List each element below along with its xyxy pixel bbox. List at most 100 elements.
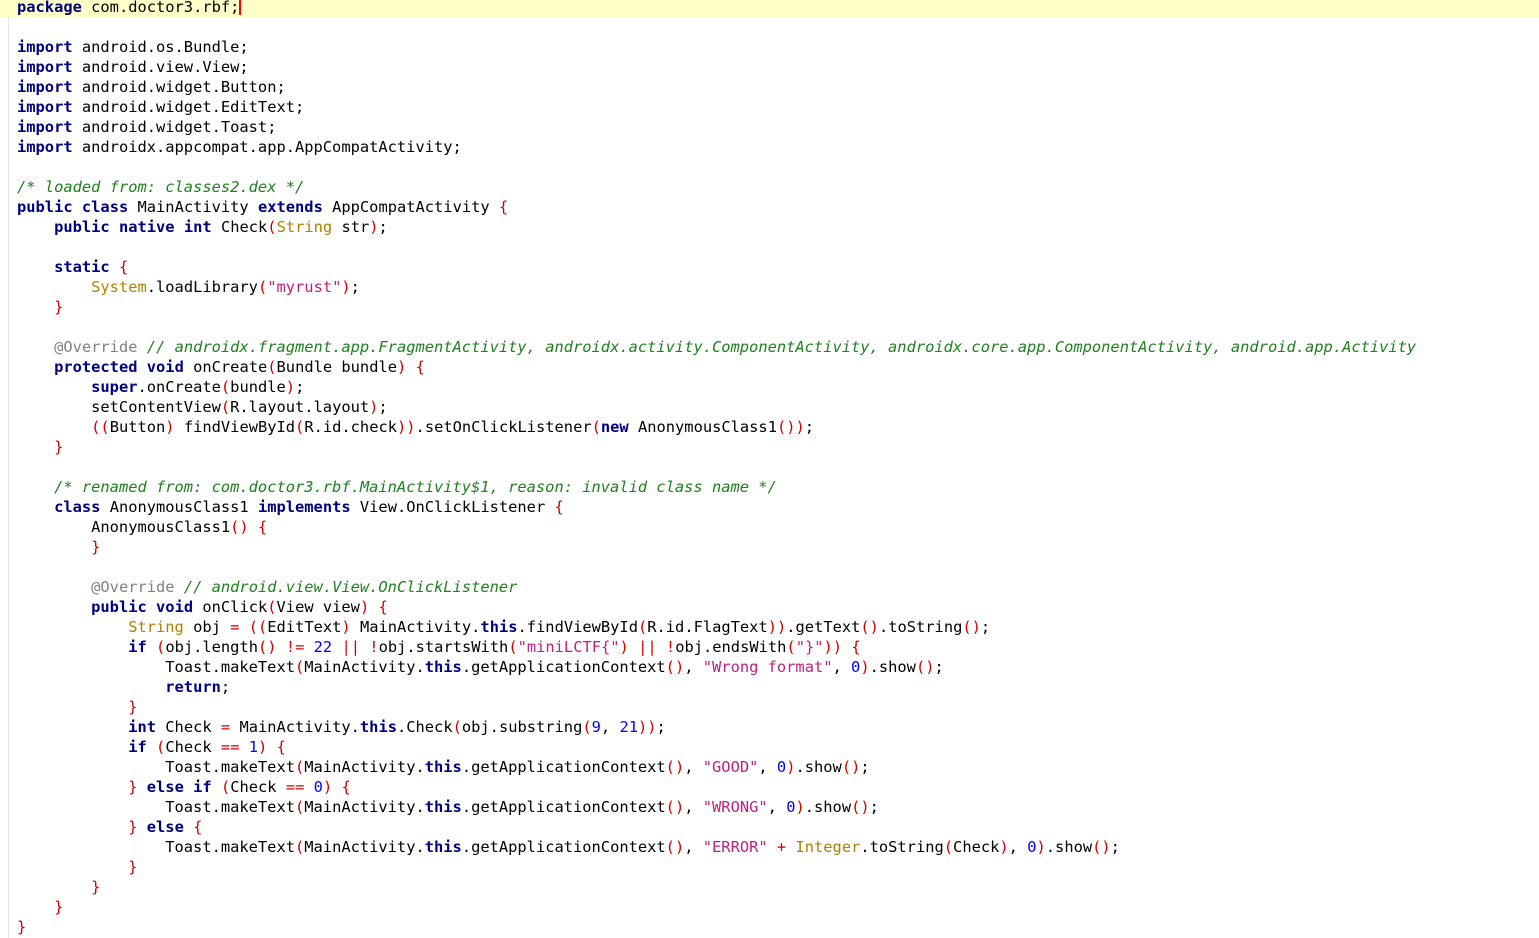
code-line-text: import android.widget.Button; xyxy=(17,77,286,97)
code-line[interactable]: if (obj.length() != 22 || !obj.startsWit… xyxy=(0,637,1539,657)
code-token: 1 xyxy=(248,738,259,756)
code-token: public xyxy=(17,198,73,216)
code-line[interactable]: AnonymousClass1() { xyxy=(0,517,1539,537)
code-token: ( xyxy=(220,398,231,416)
code-token: () xyxy=(841,758,861,776)
code-token: { xyxy=(257,518,268,536)
code-token: "miniLCTF{" xyxy=(517,638,620,656)
code-line-text: @Override // android.view.View.OnClickLi… xyxy=(17,577,517,597)
code-token: ; xyxy=(350,278,360,296)
code-token: ; xyxy=(295,378,305,396)
code-token: 0 xyxy=(776,758,787,776)
code-line[interactable]: public void onClick(View view) { xyxy=(0,597,1539,617)
code-token: import xyxy=(17,58,73,76)
code-line[interactable]: setContentView(R.layout.layout); xyxy=(0,397,1539,417)
code-line-text: if (Check == 1) { xyxy=(17,737,286,757)
code-line[interactable]: /* loaded from: classes2.dex */ xyxy=(0,177,1539,197)
code-token: import xyxy=(17,78,73,96)
code-line[interactable] xyxy=(0,17,1539,37)
code-token: ) xyxy=(258,738,268,756)
code-token: MainActivity. xyxy=(230,718,360,736)
code-line[interactable]: public native int Check(String str); xyxy=(0,217,1539,237)
code-token: .setOnClickListener xyxy=(415,418,592,436)
code-token: "WRONG" xyxy=(702,798,768,816)
code-line[interactable] xyxy=(0,317,1539,337)
code-line[interactable]: import androidx.appcompat.app.AppCompatA… xyxy=(0,137,1539,157)
code-token: Bundle bundle xyxy=(276,358,397,376)
code-line[interactable]: } xyxy=(0,877,1539,897)
code-editor[interactable]: package com.doctor3.rbf; import android.o… xyxy=(0,0,1539,938)
code-line[interactable]: } else if (Check == 0) { xyxy=(0,777,1539,797)
code-line[interactable]: static { xyxy=(0,257,1539,277)
code-token: , xyxy=(684,838,703,856)
code-line[interactable] xyxy=(0,457,1539,477)
code-token: obj.endsWith xyxy=(675,638,787,656)
code-line[interactable]: } xyxy=(0,857,1539,877)
code-token: = xyxy=(220,718,231,736)
code-line-current[interactable]: package com.doctor3.rbf; xyxy=(0,0,1539,17)
code-token: ) xyxy=(1036,838,1046,856)
code-line[interactable]: import android.widget.Button; xyxy=(0,77,1539,97)
code-line[interactable]: @Override // android.view.View.OnClickLi… xyxy=(0,577,1539,597)
code-line[interactable]: return; xyxy=(0,677,1539,697)
code-token: + xyxy=(776,838,787,856)
code-token: bundle xyxy=(230,378,286,396)
code-line[interactable]: class AnonymousClass1 implements View.On… xyxy=(0,497,1539,517)
code-line[interactable]: @Override // androidx.fragment.app.Fragm… xyxy=(0,337,1539,357)
code-line[interactable]: Toast.makeText(MainActivity.this.getAppl… xyxy=(0,657,1539,677)
code-line[interactable]: super.onCreate(bundle); xyxy=(0,377,1539,397)
code-line[interactable]: } xyxy=(0,437,1539,457)
code-line[interactable]: String obj = ((EditText) MainActivity.th… xyxy=(0,617,1539,637)
code-line[interactable]: protected void onCreate(Bundle bundle) { xyxy=(0,357,1539,377)
code-line[interactable]: Toast.makeText(MainActivity.this.getAppl… xyxy=(0,837,1539,857)
code-line[interactable]: import android.view.View; xyxy=(0,57,1539,77)
code-line[interactable]: } xyxy=(0,917,1539,937)
code-line[interactable]: import android.widget.EditText; xyxy=(0,97,1539,117)
code-line-text: public native int Check(String str); xyxy=(17,217,388,237)
code-line[interactable]: } xyxy=(0,297,1539,317)
code-line[interactable]: ((Button) findViewById(R.id.check)).setO… xyxy=(0,417,1539,437)
code-token: ( xyxy=(294,758,305,776)
code-token: int xyxy=(183,218,212,236)
code-line[interactable]: } xyxy=(0,537,1539,557)
code-token: { xyxy=(378,598,388,616)
code-token: , xyxy=(758,758,777,776)
code-token: ) xyxy=(285,378,296,396)
code-line-text: } xyxy=(17,437,63,457)
code-token: new xyxy=(600,418,629,436)
code-token: ; xyxy=(220,678,231,696)
code-line[interactable]: import android.widget.Toast; xyxy=(0,117,1539,137)
code-line[interactable]: if (Check == 1) { xyxy=(0,737,1539,757)
code-token: onClick xyxy=(193,598,268,616)
code-token: } xyxy=(91,878,101,896)
code-token: () xyxy=(665,658,685,676)
text-cursor xyxy=(239,0,242,15)
code-line[interactable] xyxy=(0,557,1539,577)
code-line[interactable]: } xyxy=(0,897,1539,917)
code-line[interactable]: } xyxy=(0,697,1539,717)
code-line[interactable]: public class MainActivity extends AppCom… xyxy=(0,197,1539,217)
code-line[interactable] xyxy=(0,157,1539,177)
code-line[interactable] xyxy=(0,237,1539,257)
code-line[interactable]: /* renamed from: com.doctor3.rbf.MainAct… xyxy=(0,477,1539,497)
code-line[interactable]: Toast.makeText(MainActivity.this.getAppl… xyxy=(0,797,1539,817)
code-line[interactable]: } else { xyxy=(0,817,1539,837)
code-token: AnonymousClass1 xyxy=(17,518,231,536)
code-line[interactable]: Toast.makeText(MainActivity.this.getAppl… xyxy=(0,757,1539,777)
code-line[interactable]: import android.os.Bundle; xyxy=(0,37,1539,57)
code-line[interactable]: System.loadLibrary("myrust"); xyxy=(0,277,1539,297)
code-token: } xyxy=(54,438,64,456)
code-token: package xyxy=(17,0,82,16)
code-line[interactable]: int Check = MainActivity.this.Check(obj.… xyxy=(0,717,1539,737)
